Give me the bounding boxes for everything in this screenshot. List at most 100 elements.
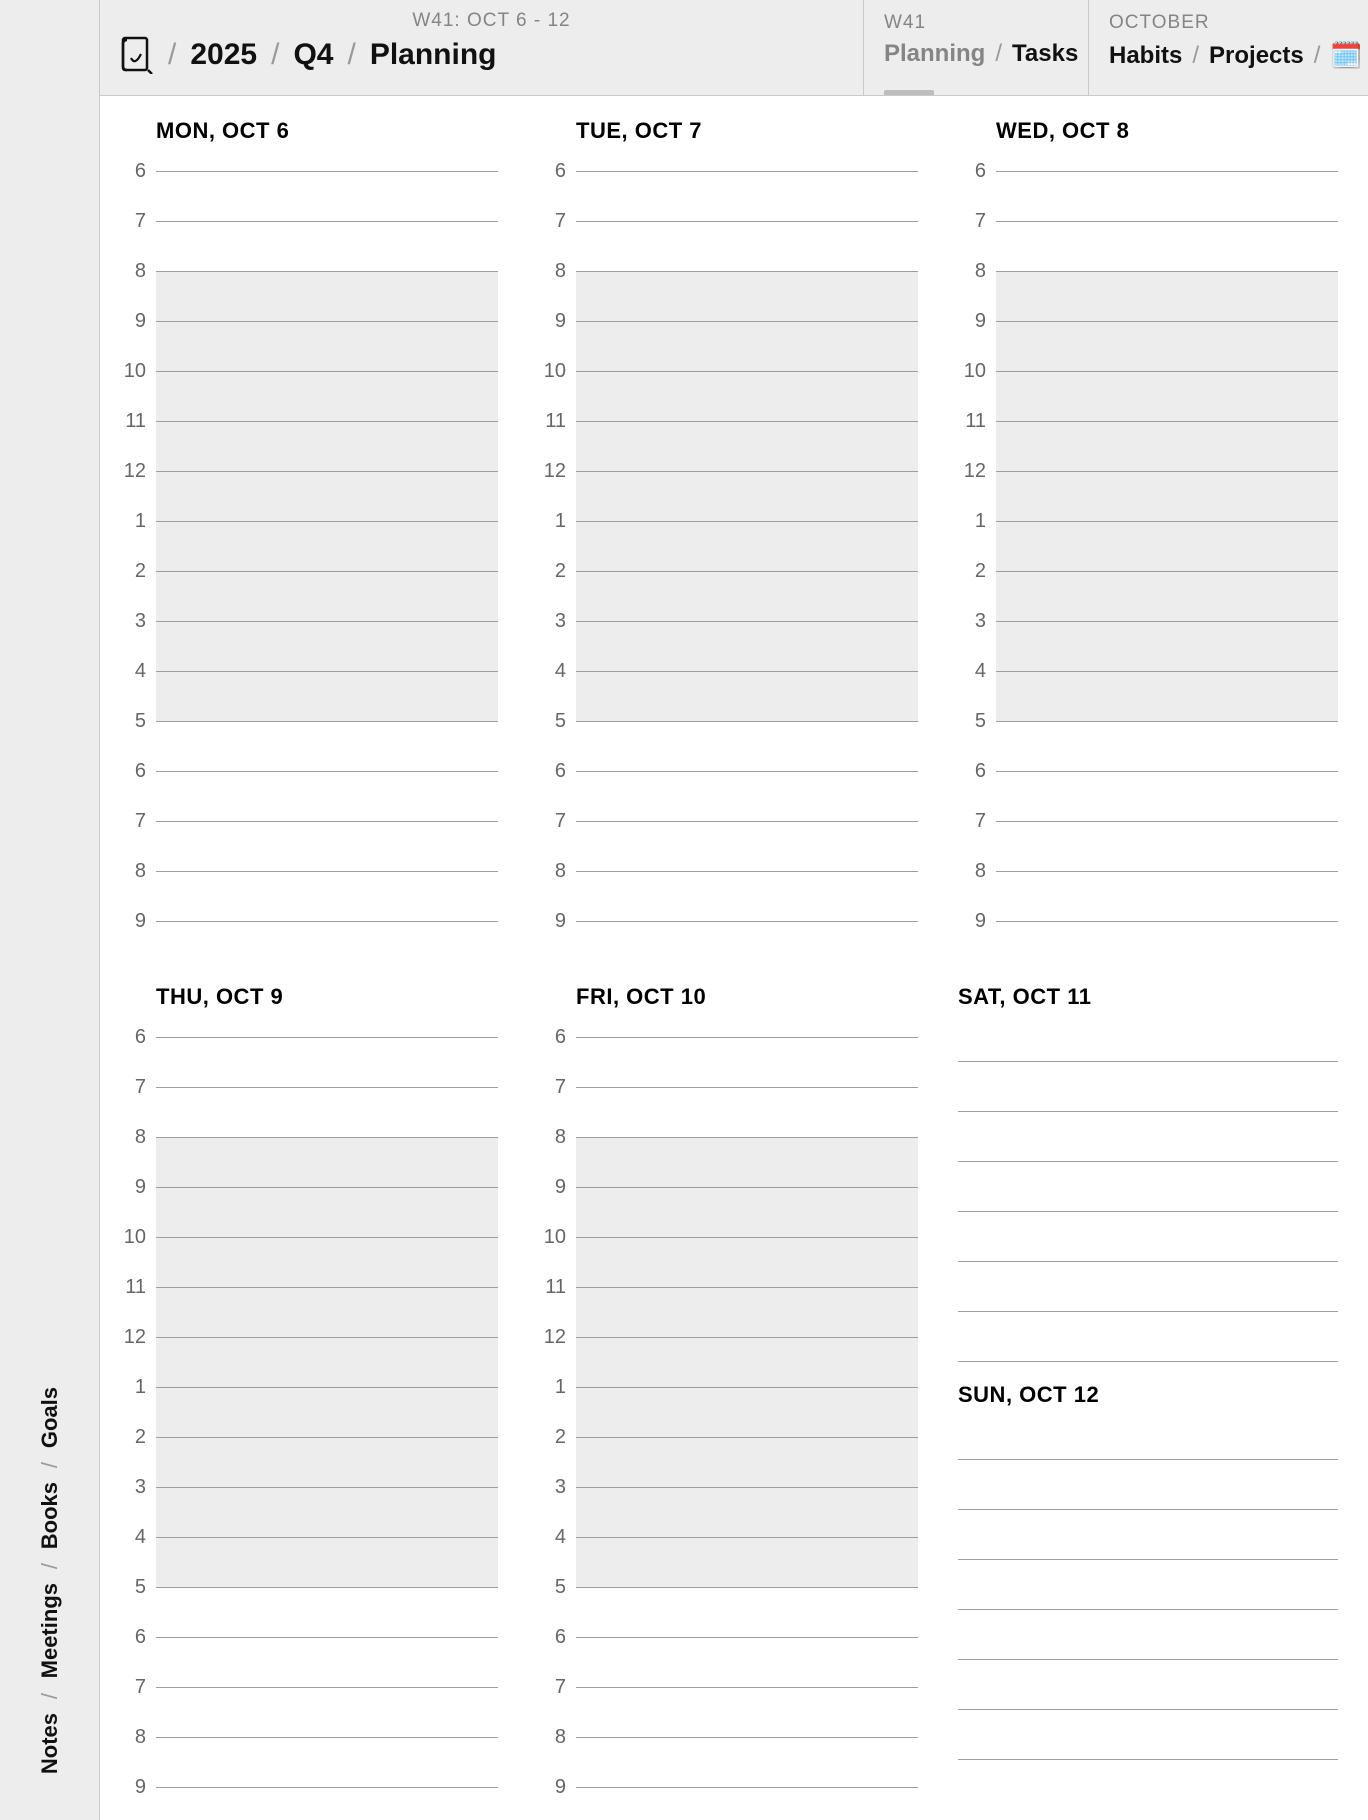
hour-row[interactable]: 6 [538,746,918,796]
hour-row[interactable]: 5 [118,1562,498,1612]
hour-row[interactable]: 10 [958,346,1338,396]
hour-row[interactable]: 4 [538,1512,918,1562]
note-line[interactable] [958,1212,1338,1262]
hour-row[interactable]: 12 [118,1312,498,1362]
hour-row[interactable]: 1 [538,496,918,546]
hour-row[interactable]: 6 [118,1012,498,1062]
note-line[interactable] [958,1162,1338,1212]
hour-row[interactable]: 8 [538,1712,918,1762]
hour-row[interactable]: 5 [538,696,918,746]
hour-row[interactable]: 9 [118,296,498,346]
note-line[interactable] [958,1312,1338,1362]
hour-row[interactable]: 6 [538,1612,918,1662]
hour-row[interactable]: 7 [118,196,498,246]
hour-row[interactable]: 11 [118,396,498,446]
hour-row[interactable]: 8 [118,246,498,296]
hour-rows-thu[interactable]: 6789101112123456789 [118,1012,498,1812]
hour-row[interactable]: 11 [958,396,1338,446]
note-line[interactable] [958,1410,1338,1460]
hour-row[interactable]: 11 [538,1262,918,1312]
hour-row[interactable]: 1 [958,496,1338,546]
hour-row[interactable]: 7 [118,1662,498,1712]
hour-row[interactable]: 8 [538,1112,918,1162]
hour-row[interactable]: 10 [118,1212,498,1262]
hour-row[interactable]: 2 [118,546,498,596]
note-line[interactable] [958,1510,1338,1560]
hour-row[interactable]: 9 [538,896,918,946]
hour-rows-fri[interactable]: 6789101112123456789 [538,1012,918,1812]
hour-row[interactable]: 8 [118,1112,498,1162]
note-line[interactable] [958,1460,1338,1510]
hour-row[interactable]: 1 [538,1362,918,1412]
hour-row[interactable]: 2 [538,546,918,596]
hour-row[interactable]: 8 [538,246,918,296]
breadcrumb-quarter[interactable]: Q4 [293,38,333,72]
hour-row[interactable]: 7 [118,796,498,846]
hour-row[interactable]: 4 [118,1512,498,1562]
hour-row[interactable]: 3 [118,1462,498,1512]
hour-row[interactable]: 6 [958,146,1338,196]
hour-row[interactable]: 1 [118,1362,498,1412]
hour-row[interactable]: 6 [118,746,498,796]
hour-row[interactable]: 6 [118,1612,498,1662]
hour-row[interactable]: 11 [118,1262,498,1312]
hour-rows-tue[interactable]: 6789101112123456789 [538,146,918,946]
hour-row[interactable]: 12 [538,1312,918,1362]
rail-link-books[interactable]: Books [37,1476,63,1555]
week-link-planning[interactable]: Planning [884,40,985,68]
hour-row[interactable]: 12 [958,446,1338,496]
hour-row[interactable]: 10 [538,346,918,396]
hour-row[interactable]: 9 [118,1762,498,1812]
hour-row[interactable]: 7 [538,1662,918,1712]
hour-rows-mon[interactable]: 6789101112123456789 [118,146,498,946]
hour-row[interactable]: 8 [118,1712,498,1762]
planner-logo-icon[interactable] [120,36,154,74]
breadcrumb-year[interactable]: 2025 [190,38,257,72]
note-line[interactable] [958,1112,1338,1162]
rail-link-meetings[interactable]: Meetings [37,1577,63,1684]
hour-row[interactable]: 9 [958,896,1338,946]
hour-row[interactable]: 9 [118,1162,498,1212]
hour-row[interactable]: 9 [538,1762,918,1812]
hour-row[interactable]: 3 [538,596,918,646]
hour-row[interactable]: 3 [958,596,1338,646]
rail-link-notes[interactable]: Notes [37,1707,63,1780]
hour-row[interactable]: 6 [118,146,498,196]
hour-row[interactable]: 2 [538,1412,918,1462]
hour-row[interactable]: 9 [958,296,1338,346]
hour-row[interactable]: 6 [538,146,918,196]
hour-row[interactable]: 5 [538,1562,918,1612]
hour-row[interactable]: 6 [538,1012,918,1062]
rail-link-goals[interactable]: Goals [37,1381,63,1454]
note-line[interactable] [958,1710,1338,1760]
breadcrumb-page[interactable]: Planning [370,38,497,72]
note-line[interactable] [958,1610,1338,1660]
hour-row[interactable]: 5 [958,696,1338,746]
hour-row[interactable]: 5 [118,696,498,746]
hour-row[interactable]: 2 [958,546,1338,596]
hour-row[interactable]: 7 [118,1062,498,1112]
hour-row[interactable]: 9 [538,296,918,346]
hour-row[interactable]: 4 [958,646,1338,696]
hour-row[interactable]: 12 [538,446,918,496]
hour-row[interactable]: 3 [538,1462,918,1512]
note-line[interactable] [958,1262,1338,1312]
calendar-icon[interactable]: 🗓️ [1330,40,1362,71]
month-link-habits[interactable]: Habits [1109,42,1182,70]
hour-row[interactable]: 8 [118,846,498,896]
hour-row[interactable]: 7 [958,196,1338,246]
hour-row[interactable]: 2 [118,1412,498,1462]
hour-row[interactable]: 10 [538,1212,918,1262]
hour-row[interactable]: 11 [538,396,918,446]
hour-row[interactable]: 8 [958,846,1338,896]
hour-row[interactable]: 9 [118,896,498,946]
hour-row[interactable]: 8 [958,246,1338,296]
hour-rows-wed[interactable]: 6789101112123456789 [958,146,1338,946]
hour-row[interactable]: 3 [118,596,498,646]
hour-row[interactable]: 7 [958,796,1338,846]
note-line[interactable] [958,1062,1338,1112]
hour-row[interactable]: 9 [538,1162,918,1212]
lines-sat[interactable] [958,1012,1338,1362]
note-line[interactable] [958,1660,1338,1710]
hour-row[interactable]: 4 [538,646,918,696]
